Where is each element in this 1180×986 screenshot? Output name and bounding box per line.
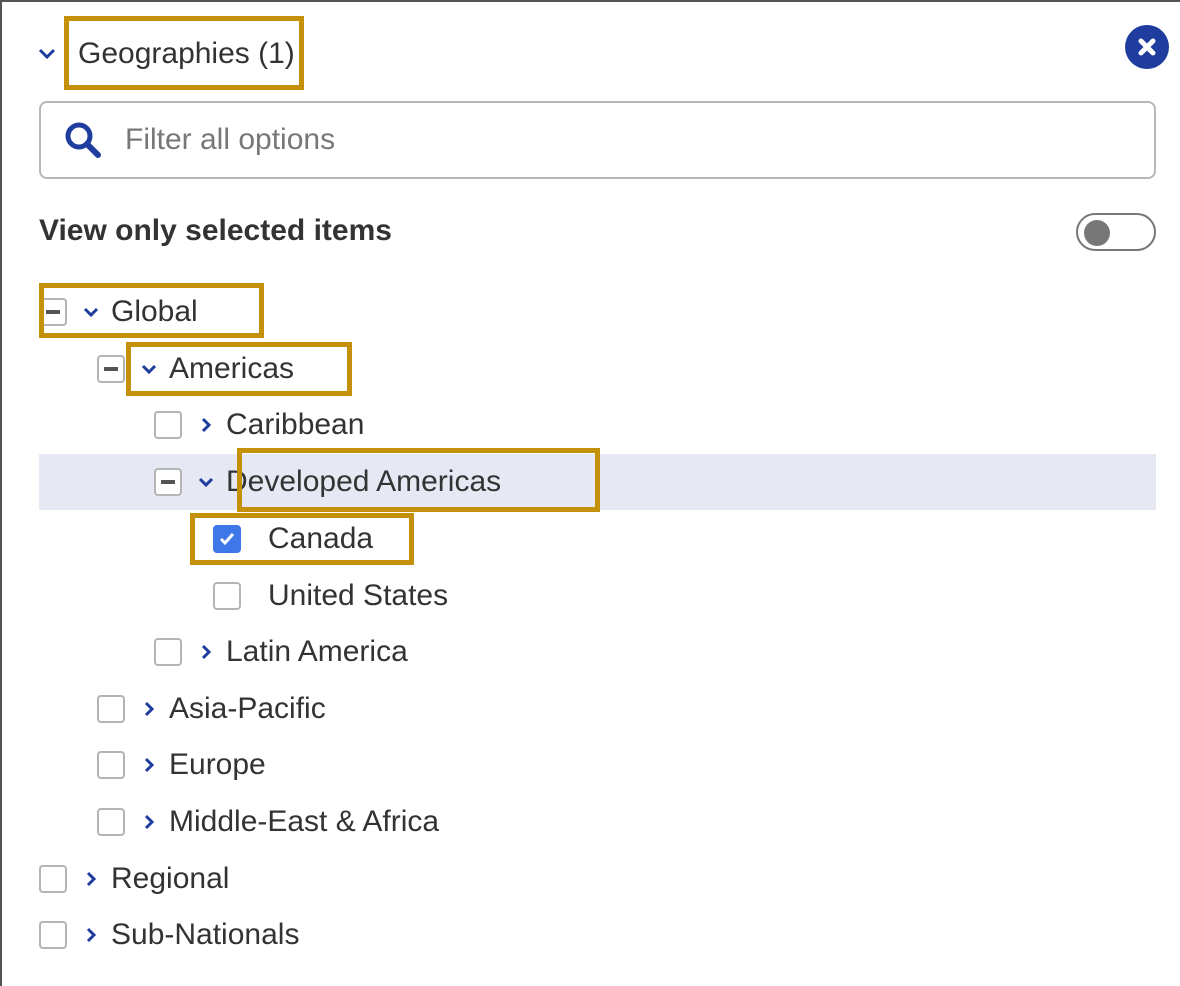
chevron-right-icon[interactable]	[83, 871, 99, 887]
tree-item-latin-america[interactable]: Latin America	[154, 624, 408, 680]
chevron-right-icon[interactable]	[141, 814, 157, 830]
chevron-right-icon[interactable]	[198, 417, 214, 433]
checkbox[interactable]	[97, 695, 125, 723]
checkbox[interactable]	[154, 411, 182, 439]
tree-item-label: Canada	[268, 522, 374, 555]
view-only-selected-toggle[interactable]	[1076, 213, 1156, 251]
tree-item-label: Caribbean	[226, 408, 365, 441]
search-input[interactable]	[123, 122, 1027, 158]
chevron-right-icon[interactable]	[141, 757, 157, 773]
tree-item-label: Global	[111, 295, 198, 328]
tree-item-canada[interactable]: Canada	[213, 511, 373, 567]
checkbox[interactable]	[39, 921, 67, 949]
tree-item-label: Americas	[169, 352, 295, 385]
tree-item-caribbean[interactable]: Caribbean	[154, 397, 364, 453]
checkbox[interactable]	[154, 468, 182, 496]
checkbox[interactable]	[39, 298, 67, 326]
chevron-down-icon[interactable]	[141, 361, 157, 377]
tree-item-europe[interactable]: Europe	[97, 737, 266, 793]
checkbox[interactable]	[39, 865, 67, 893]
chevron-right-icon[interactable]	[83, 927, 99, 943]
tree-item-label: Middle-East & Africa	[169, 805, 440, 838]
tree-item-middle-east-africa[interactable]: Middle-East & Africa	[97, 794, 439, 850]
checkbox[interactable]	[97, 355, 125, 383]
view-only-selected-label: View only selected items	[39, 214, 392, 247]
tree-item-sub-nationals[interactable]: Sub-Nationals	[39, 907, 299, 963]
checkbox[interactable]	[213, 582, 241, 610]
search-icon	[65, 122, 101, 158]
chevron-right-icon[interactable]	[198, 644, 214, 660]
tree-item-label: Sub-Nationals	[111, 918, 300, 951]
tree-item-developed-americas[interactable]: Developed Americas	[154, 454, 501, 510]
tree-item-americas[interactable]: Americas	[97, 341, 294, 397]
tree-item-label: United States	[268, 579, 449, 612]
filter-search[interactable]	[39, 101, 1156, 179]
tree-item-united-states[interactable]: United States	[213, 568, 448, 624]
geographies-filter-panel: Geographies (1) View only selected items…	[0, 0, 1180, 986]
chevron-down-icon[interactable]	[38, 48, 56, 60]
toggle-knob	[1084, 220, 1110, 246]
tree-item-label: Asia-Pacific	[169, 692, 326, 725]
tree-item-label: Developed Americas	[226, 465, 502, 498]
tree-item-global[interactable]: Global	[39, 284, 198, 340]
panel-header[interactable]: Geographies (1)	[38, 24, 295, 84]
tree-item-asia-pacific[interactable]: Asia-Pacific	[97, 681, 326, 737]
checkbox[interactable]	[154, 638, 182, 666]
checkbox[interactable]	[213, 525, 241, 553]
tree-item-label: Latin America	[226, 635, 408, 668]
tree-item-label: Regional	[111, 862, 230, 895]
chevron-down-icon[interactable]	[83, 304, 99, 320]
panel-title: Geographies (1)	[78, 37, 295, 70]
close-button[interactable]	[1125, 25, 1169, 69]
chevron-down-icon[interactable]	[198, 474, 214, 490]
checkbox[interactable]	[97, 751, 125, 779]
checkbox[interactable]	[97, 808, 125, 836]
chevron-right-icon[interactable]	[141, 701, 157, 717]
tree-item-regional[interactable]: Regional	[39, 851, 229, 907]
tree-item-label: Europe	[169, 748, 266, 781]
close-icon	[1138, 38, 1156, 56]
checkmark-icon	[219, 533, 235, 546]
